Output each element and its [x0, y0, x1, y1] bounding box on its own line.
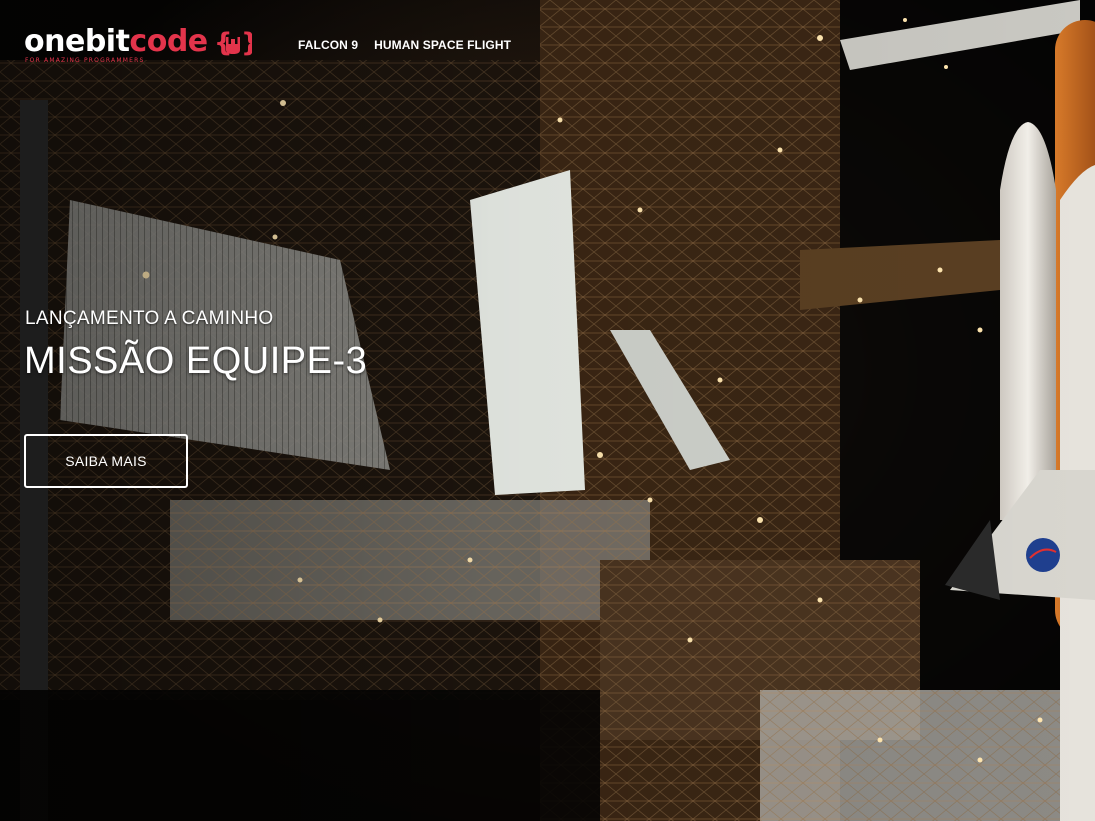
hero-section — [0, 0, 1095, 821]
brand-logo[interactable]: onebitcode { } FOR AMAZING PROGRAMMERS — [24, 26, 264, 66]
logo-suffix: code — [129, 24, 208, 59]
logo-tagline: FOR AMAZING PROGRAMMERS — [25, 57, 145, 64]
svg-text:}: } — [241, 28, 252, 58]
logo-wordmark: onebitcode — [24, 26, 208, 58]
main-nav: FALCON 9 HUMAN SPACE FLIGHT — [298, 38, 511, 52]
hero-title: MISSÃO EQUIPE-3 — [24, 340, 368, 382]
hero-kicker: LANÇAMENTO A CAMINHO — [25, 308, 274, 329]
nav-item-human-space-flight[interactable]: HUMAN SPACE FLIGHT — [374, 38, 511, 52]
learn-more-button[interactable]: SAIBA MAIS — [24, 434, 188, 488]
hero-overlay — [0, 0, 1095, 821]
rock-hand-braces-icon: { } — [214, 28, 252, 58]
logo-prefix: onebit — [24, 24, 130, 59]
nav-item-falcon-9[interactable]: FALCON 9 — [298, 38, 358, 52]
